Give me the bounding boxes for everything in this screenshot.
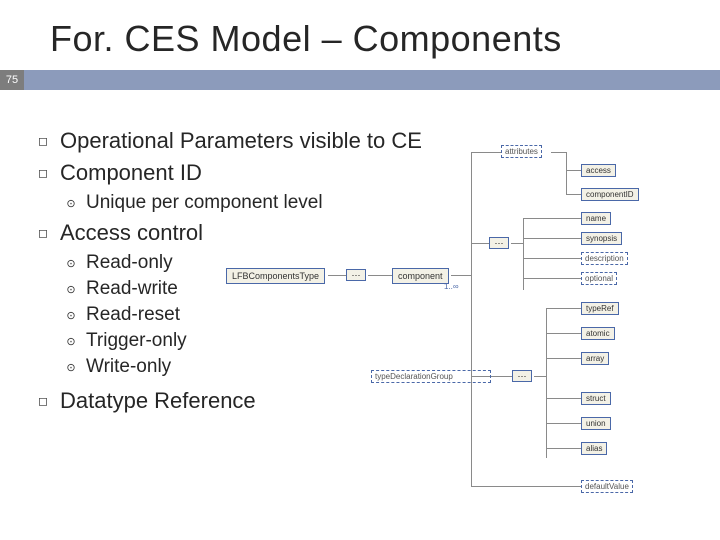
bullet-text: Read-write bbox=[86, 278, 178, 300]
connector bbox=[494, 376, 512, 377]
bullet-text: Access control bbox=[60, 220, 203, 246]
bullet-text: Write-only bbox=[86, 356, 171, 378]
node-name: name bbox=[581, 212, 611, 225]
page-number-badge: 75 bbox=[0, 70, 24, 90]
connector bbox=[546, 398, 581, 399]
bullet-marker: ◻ bbox=[36, 166, 50, 180]
node-defaultvalue: defaultValue bbox=[581, 480, 633, 493]
connector bbox=[566, 170, 581, 171]
node-description: description bbox=[581, 252, 628, 265]
connector bbox=[546, 448, 581, 449]
node-typeref: typeRef bbox=[581, 302, 619, 315]
connector bbox=[328, 275, 346, 276]
node-component: component bbox=[392, 268, 449, 284]
connector bbox=[546, 333, 581, 334]
connector bbox=[546, 423, 581, 424]
connector bbox=[471, 152, 501, 153]
connector bbox=[566, 152, 567, 194]
node-attributes: attributes bbox=[501, 145, 542, 158]
bullet-marker: ⊙ bbox=[64, 197, 78, 210]
bullet-text: Component ID bbox=[60, 160, 202, 186]
node-access: access bbox=[581, 164, 616, 177]
bullet-text: Read-reset bbox=[86, 304, 180, 326]
choice-icon: ··· bbox=[512, 370, 532, 382]
multiplicity-label: 1..∞ bbox=[444, 282, 459, 291]
bullet-marker: ⊙ bbox=[64, 361, 78, 374]
connector bbox=[534, 376, 546, 377]
sequence-icon: ··· bbox=[489, 237, 509, 249]
node-alias: alias bbox=[581, 442, 607, 455]
connector bbox=[471, 243, 489, 244]
bullet-marker: ⊙ bbox=[64, 257, 78, 270]
connector bbox=[471, 376, 472, 486]
bullet-marker: ⊙ bbox=[64, 309, 78, 322]
bullet-marker: ⊙ bbox=[64, 335, 78, 348]
connector bbox=[368, 275, 392, 276]
connector bbox=[471, 486, 581, 487]
sequence-icon: ··· bbox=[346, 269, 366, 281]
connector bbox=[471, 152, 472, 376]
bullet-text: Trigger-only bbox=[86, 330, 187, 352]
node-optional: optional bbox=[581, 272, 617, 285]
bullet-marker: ◻ bbox=[36, 394, 50, 408]
node-array: array bbox=[581, 352, 609, 365]
connector bbox=[546, 308, 581, 309]
schema-diagram: LFBComponentsType ··· component 1..∞ att… bbox=[386, 148, 716, 518]
connector bbox=[566, 194, 581, 195]
bullet-text: Unique per component level bbox=[86, 192, 323, 214]
slide-title: For. CES Model – Components bbox=[0, 0, 720, 70]
node-union: union bbox=[581, 417, 611, 430]
node-componentid: componentID bbox=[581, 188, 639, 201]
bullet-text: Datatype Reference bbox=[60, 388, 256, 414]
connector bbox=[546, 358, 581, 359]
connector bbox=[523, 278, 581, 279]
bullet-marker: ◻ bbox=[36, 134, 50, 148]
connector bbox=[523, 238, 581, 239]
connector bbox=[451, 275, 471, 276]
header-bar: 75 bbox=[0, 70, 720, 90]
connector bbox=[523, 218, 581, 219]
bullet-text: Read-only bbox=[86, 252, 173, 274]
connector bbox=[551, 152, 566, 153]
bullet-marker: ⊙ bbox=[64, 283, 78, 296]
bullet-marker: ◻ bbox=[36, 226, 50, 240]
node-typedecl: typeDeclarationGroup bbox=[371, 370, 491, 383]
node-atomic: atomic bbox=[581, 327, 615, 340]
bullet-text: Operational Parameters visible to CE bbox=[60, 128, 422, 154]
connector bbox=[546, 308, 547, 458]
connector bbox=[511, 243, 523, 244]
connector bbox=[523, 218, 524, 290]
node-synopsis: synopsis bbox=[581, 232, 622, 245]
connector bbox=[523, 258, 581, 259]
node-struct: struct bbox=[581, 392, 611, 405]
node-root: LFBComponentsType bbox=[226, 268, 325, 284]
